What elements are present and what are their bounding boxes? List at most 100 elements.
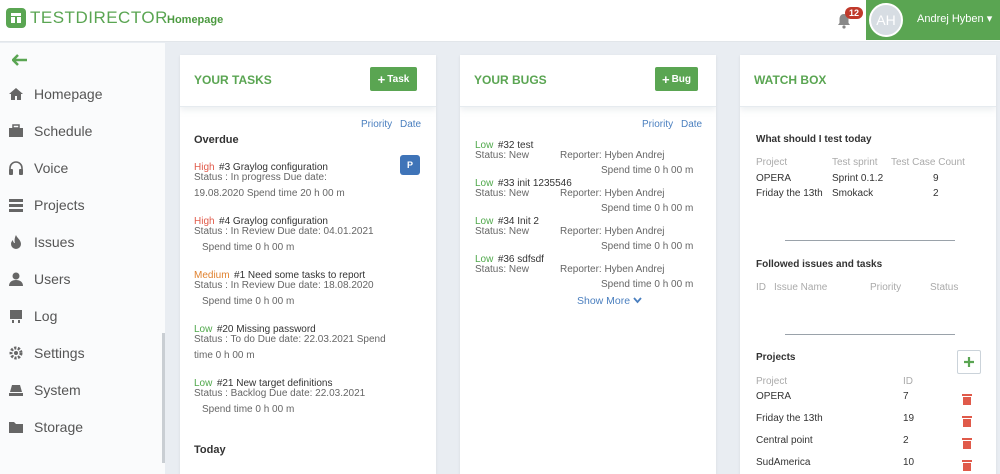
sort-by-priority[interactable]: Priority <box>361 119 392 130</box>
task-p-badge[interactable]: P <box>400 155 420 175</box>
system-icon <box>8 382 24 398</box>
col-test-sprint: Test sprint <box>832 157 878 168</box>
bug-spend: Spend time 0 h 00 m <box>601 203 694 214</box>
bug-reporter: Reporter: Hyben Andrej <box>560 226 665 237</box>
trash-icon[interactable] <box>962 436 972 449</box>
sort-by-priority[interactable]: Priority <box>642 119 673 130</box>
show-more-label: Show More <box>577 295 631 307</box>
test-today-cell: Smokack <box>832 188 874 199</box>
col-project: Project <box>756 157 788 168</box>
add-bug-button[interactable]: + Bug <box>655 67 698 91</box>
bug-status: Status: New <box>475 188 529 199</box>
add-task-label: Task <box>387 73 410 85</box>
sidebar-item-users[interactable]: Users <box>0 264 160 294</box>
breadcrumb[interactable]: Homepage <box>167 14 223 26</box>
trash-icon[interactable] <box>962 458 972 471</box>
test-today-cell: 9 <box>933 173 939 184</box>
add-bug-label: Bug <box>671 73 692 85</box>
app-logo[interactable]: TESTDIRECTOR <box>6 8 168 28</box>
user-icon <box>8 271 24 287</box>
test-today-cell[interactable]: OPERA <box>756 173 791 184</box>
gear-icon <box>8 345 24 361</box>
folder-icon <box>8 419 24 435</box>
plus-icon <box>964 357 974 367</box>
col-id: ID <box>756 282 766 293</box>
add-project-button[interactable] <box>957 350 981 374</box>
show-more-link[interactable]: Show More <box>577 295 642 307</box>
chevron-down-icon <box>633 295 642 307</box>
sidebar-item-storage[interactable]: Storage <box>0 412 160 442</box>
home-icon <box>8 86 24 102</box>
sidebar-item-projects[interactable]: Projects <box>0 190 160 220</box>
project-id: 19 <box>903 413 915 424</box>
avatar[interactable]: AH <box>869 3 903 37</box>
list-icon <box>8 197 24 213</box>
trash-icon[interactable] <box>962 392 972 405</box>
tasks-panel: YOUR TASKS + Task Priority Date Overdue … <box>180 55 436 474</box>
col-test-case-count: Test Case Count <box>891 157 965 168</box>
task-time-line: time 0 h 00 m <box>194 350 255 361</box>
tasks-panel-header: YOUR TASKS + Task <box>180 55 436 107</box>
sort-by-date[interactable]: Date <box>400 119 421 130</box>
add-task-button[interactable]: + Task <box>370 67 417 91</box>
bug-reporter: Reporter: Hyben Andrej <box>560 264 665 275</box>
project-name[interactable]: SudAmerica <box>756 457 810 468</box>
plus-icon: + <box>661 71 670 87</box>
sidebar-item-label: Voice <box>34 160 69 176</box>
sort-by-date[interactable]: Date <box>681 119 702 130</box>
sidebar-item-system[interactable]: System <box>0 375 160 405</box>
test-today-cell[interactable]: Friday the 13th <box>756 188 823 199</box>
bug-reporter: Reporter: Hyben Andrej <box>560 150 665 161</box>
task-status-line: Status : In Review Due date: 18.08.2020 <box>194 280 374 291</box>
bug-status: Status: New <box>475 226 529 237</box>
test-today-heading: What should I test today <box>756 134 872 145</box>
project-name[interactable]: OPERA <box>756 391 791 402</box>
sidebar-item-settings[interactable]: Settings <box>0 338 160 368</box>
sidebar-scrollbar[interactable] <box>162 333 165 463</box>
bugs-panel: YOUR BUGS + Bug Priority Date Low #32 te… <box>460 55 716 474</box>
sidebar-item-label: Log <box>34 308 58 324</box>
sidebar-item-log[interactable]: Log <box>0 301 160 331</box>
watch-box-header: WATCH BOX <box>740 55 996 107</box>
sidebar-item-label: Projects <box>34 197 85 213</box>
top-bar: TESTDIRECTOR Homepage 12 AH Andrej Hyben… <box>0 0 1000 42</box>
task-status-line: Status : In Review Due date: 04.01.2021 <box>194 226 374 237</box>
sidebar-item-label: Users <box>34 271 71 287</box>
sidebar-item-homepage[interactable]: Homepage <box>0 79 160 109</box>
test-today-cell: Sprint 0.1.2 <box>832 173 884 184</box>
test-today-cell: 2 <box>933 188 939 199</box>
briefcase-icon <box>8 123 24 139</box>
watch-box-panel: WATCH BOX What should I test today Proje… <box>740 55 996 474</box>
col-id: ID <box>903 376 913 387</box>
sidebar-item-schedule[interactable]: Schedule <box>0 116 160 146</box>
projects-heading: Projects <box>756 352 796 363</box>
bugs-panel-header: YOUR BUGS + Bug <box>460 55 716 107</box>
watch-box-title: WATCH BOX <box>754 73 827 87</box>
project-id: 10 <box>903 457 915 468</box>
user-name[interactable]: Andrej Hyben ▾ <box>917 12 992 25</box>
sidebar-item-label: Homepage <box>34 86 103 102</box>
sidebar-item-issues[interactable]: Issues <box>0 227 160 257</box>
bug-spend: Spend time 0 h 00 m <box>601 165 694 176</box>
bug-status: Status: New <box>475 150 529 161</box>
task-time-line: 19.08.2020 Spend time 20 h 00 m <box>194 188 345 199</box>
project-name[interactable]: Friday the 13th <box>756 413 823 424</box>
col-issue-name: Issue Name <box>774 282 828 293</box>
bug-spend: Spend time 0 h 00 m <box>601 241 694 252</box>
project-name[interactable]: Central point <box>756 435 813 446</box>
task-time-line: Spend time 0 h 00 m <box>202 242 295 253</box>
sidebar-item-voice[interactable]: Voice <box>0 153 160 183</box>
task-status-line: Status : In progress Due date: <box>194 172 327 183</box>
trash-icon[interactable] <box>962 414 972 427</box>
sidebar-item-label: System <box>34 382 81 398</box>
log-icon <box>8 308 24 324</box>
followed-heading: Followed issues and tasks <box>756 259 883 270</box>
task-status-line: Status : To do Due date: 22.03.2021 Spen… <box>194 334 386 345</box>
sidebar-item-label: Storage <box>34 419 84 435</box>
divider <box>785 334 955 335</box>
sidebar: Homepage Schedule Voice Projects Issues … <box>0 43 165 474</box>
back-arrow-icon[interactable] <box>11 53 30 67</box>
today-heading: Today <box>194 444 226 456</box>
logo-text: TESTDIRECTOR <box>30 8 168 27</box>
plus-icon: + <box>377 71 386 87</box>
